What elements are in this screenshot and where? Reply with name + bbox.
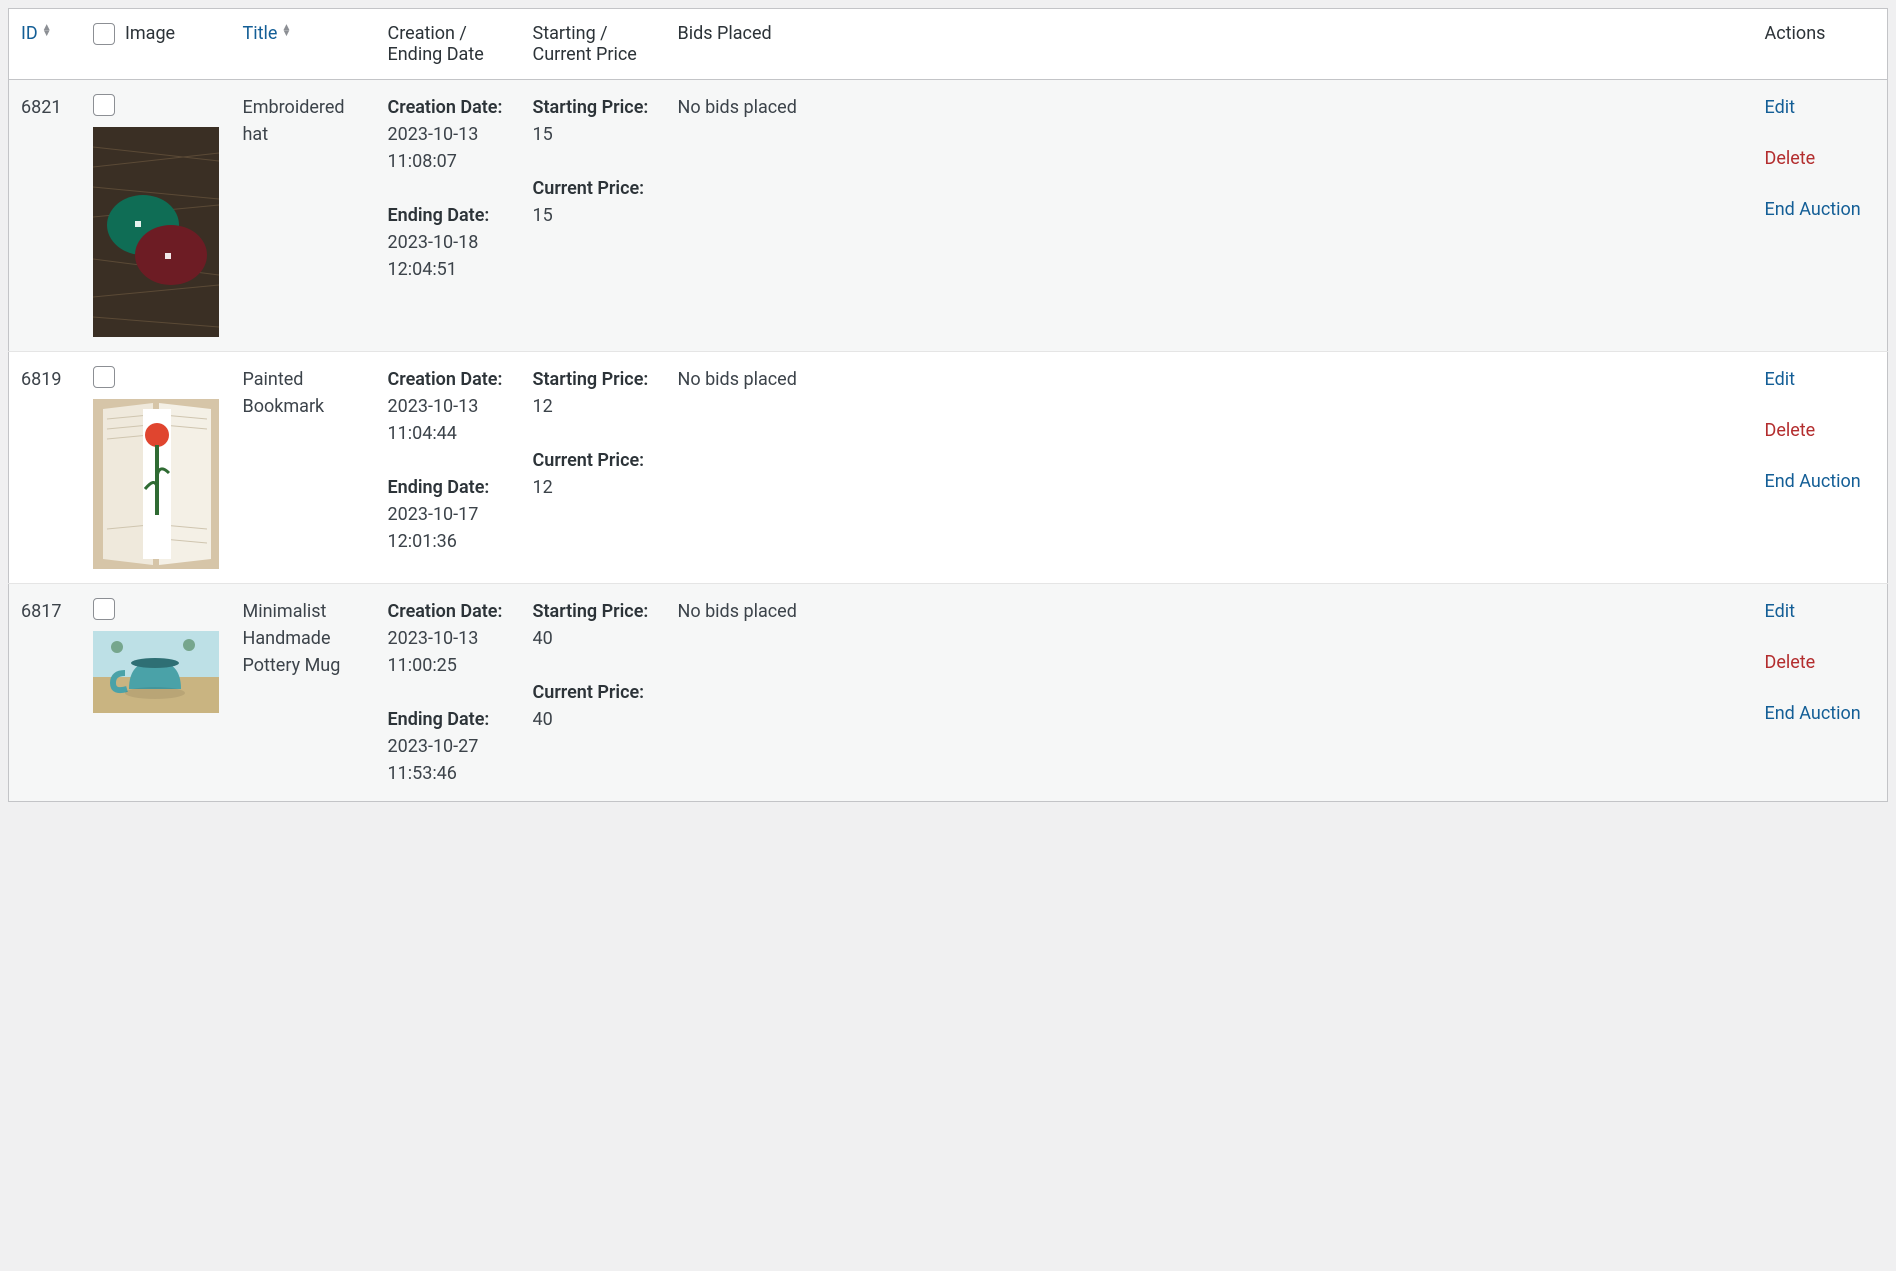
cell-price: Starting Price: 12 Current Price: 12 — [521, 352, 666, 584]
current-price-label: Current Price: — [533, 682, 645, 703]
product-thumbnail — [93, 127, 219, 337]
current-price-value: 15 — [533, 202, 654, 229]
cell-image — [81, 352, 231, 584]
cell-id: 6821 — [9, 80, 81, 352]
product-thumbnail — [93, 399, 219, 569]
ending-date-label: Ending Date: — [388, 205, 490, 226]
creation-date-value: 2023-10-13 11:00:25 — [388, 625, 509, 679]
cell-id: 6819 — [9, 352, 81, 584]
column-header-actions: Actions — [1753, 9, 1888, 80]
table-row: 6819 — [9, 352, 1888, 584]
row-select-checkbox[interactable] — [93, 598, 115, 620]
column-title-label: Title — [243, 23, 278, 44]
cell-title: Embroidered hat — [231, 80, 376, 352]
column-bids-label: Bids Placed — [678, 23, 772, 44]
ending-date-value: 2023-10-18 12:04:51 — [388, 229, 509, 283]
column-dates-label: Creation / Ending Date — [388, 23, 484, 65]
creation-date-value: 2023-10-13 11:08:07 — [388, 121, 509, 175]
starting-price-label: Starting Price: — [533, 97, 649, 118]
ending-date-label: Ending Date: — [388, 709, 490, 730]
end-auction-link[interactable]: End Auction — [1765, 468, 1876, 495]
auctions-table: ID ▲▼ Image Title ▲▼ Creation / Ending D… — [8, 8, 1888, 802]
row-select-checkbox[interactable] — [93, 366, 115, 388]
select-all-checkbox[interactable] — [93, 23, 115, 45]
starting-price-value: 12 — [533, 393, 654, 420]
delete-link[interactable]: Delete — [1765, 649, 1876, 676]
column-header-title[interactable]: Title ▲▼ — [231, 9, 376, 80]
cell-price: Starting Price: 40 Current Price: 40 — [521, 584, 666, 802]
cell-title: Minimalist Handmade Pottery Mug — [231, 584, 376, 802]
current-price-value: 12 — [533, 474, 654, 501]
column-header-price: Starting / Current Price — [521, 9, 666, 80]
sort-icon: ▲▼ — [42, 28, 52, 40]
current-price-value: 40 — [533, 706, 654, 733]
cell-id: 6817 — [9, 584, 81, 802]
cell-price: Starting Price: 15 Current Price: 15 — [521, 80, 666, 352]
row-select-checkbox[interactable] — [93, 94, 115, 116]
starting-price-label: Starting Price: — [533, 369, 649, 390]
table-row: 6817 Minimalist Handmade Pottery Mug Cre… — [9, 584, 1888, 802]
ending-date-label: Ending Date: — [388, 477, 490, 498]
ending-date-value: 2023-10-17 12:01:36 — [388, 501, 509, 555]
cell-dates: Creation Date: 2023-10-13 11:08:07 Endin… — [376, 80, 521, 352]
current-price-label: Current Price: — [533, 450, 645, 471]
delete-link[interactable]: Delete — [1765, 417, 1876, 444]
starting-price-label: Starting Price: — [533, 601, 649, 622]
cell-actions: Edit Delete End Auction — [1753, 352, 1888, 584]
column-header-dates: Creation / Ending Date — [376, 9, 521, 80]
edit-link[interactable]: Edit — [1765, 366, 1876, 393]
cell-dates: Creation Date: 2023-10-13 11:00:25 Endin… — [376, 584, 521, 802]
creation-date-label: Creation Date: — [388, 97, 503, 118]
creation-date-label: Creation Date: — [388, 601, 503, 622]
column-header-image: Image — [81, 9, 231, 80]
edit-link[interactable]: Edit — [1765, 598, 1876, 625]
cell-actions: Edit Delete End Auction — [1753, 584, 1888, 802]
product-thumbnail — [93, 631, 219, 713]
column-id-label: ID — [21, 23, 38, 44]
column-header-id[interactable]: ID ▲▼ — [9, 9, 81, 80]
cell-bids: No bids placed — [666, 352, 1753, 584]
cell-bids: No bids placed — [666, 80, 1753, 352]
column-image-label: Image — [125, 23, 175, 44]
column-price-label: Starting / Current Price — [533, 23, 637, 65]
ending-date-value: 2023-10-27 11:53:46 — [388, 733, 509, 787]
starting-price-value: 40 — [533, 625, 654, 652]
table-row: 6821 Embroidered hat — [9, 80, 1888, 352]
delete-link[interactable]: Delete — [1765, 145, 1876, 172]
creation-date-value: 2023-10-13 11:04:44 — [388, 393, 509, 447]
current-price-label: Current Price: — [533, 178, 645, 199]
cell-dates: Creation Date: 2023-10-13 11:04:44 Endin… — [376, 352, 521, 584]
starting-price-value: 15 — [533, 121, 654, 148]
cell-title: Painted Bookmark — [231, 352, 376, 584]
cell-actions: Edit Delete End Auction — [1753, 80, 1888, 352]
cell-image — [81, 80, 231, 352]
column-header-bids: Bids Placed — [666, 9, 1753, 80]
cell-bids: No bids placed — [666, 584, 1753, 802]
creation-date-label: Creation Date: — [388, 369, 503, 390]
cell-image — [81, 584, 231, 802]
column-actions-label: Actions — [1765, 23, 1826, 44]
end-auction-link[interactable]: End Auction — [1765, 700, 1876, 727]
sort-icon: ▲▼ — [281, 28, 291, 40]
end-auction-link[interactable]: End Auction — [1765, 196, 1876, 223]
edit-link[interactable]: Edit — [1765, 94, 1876, 121]
